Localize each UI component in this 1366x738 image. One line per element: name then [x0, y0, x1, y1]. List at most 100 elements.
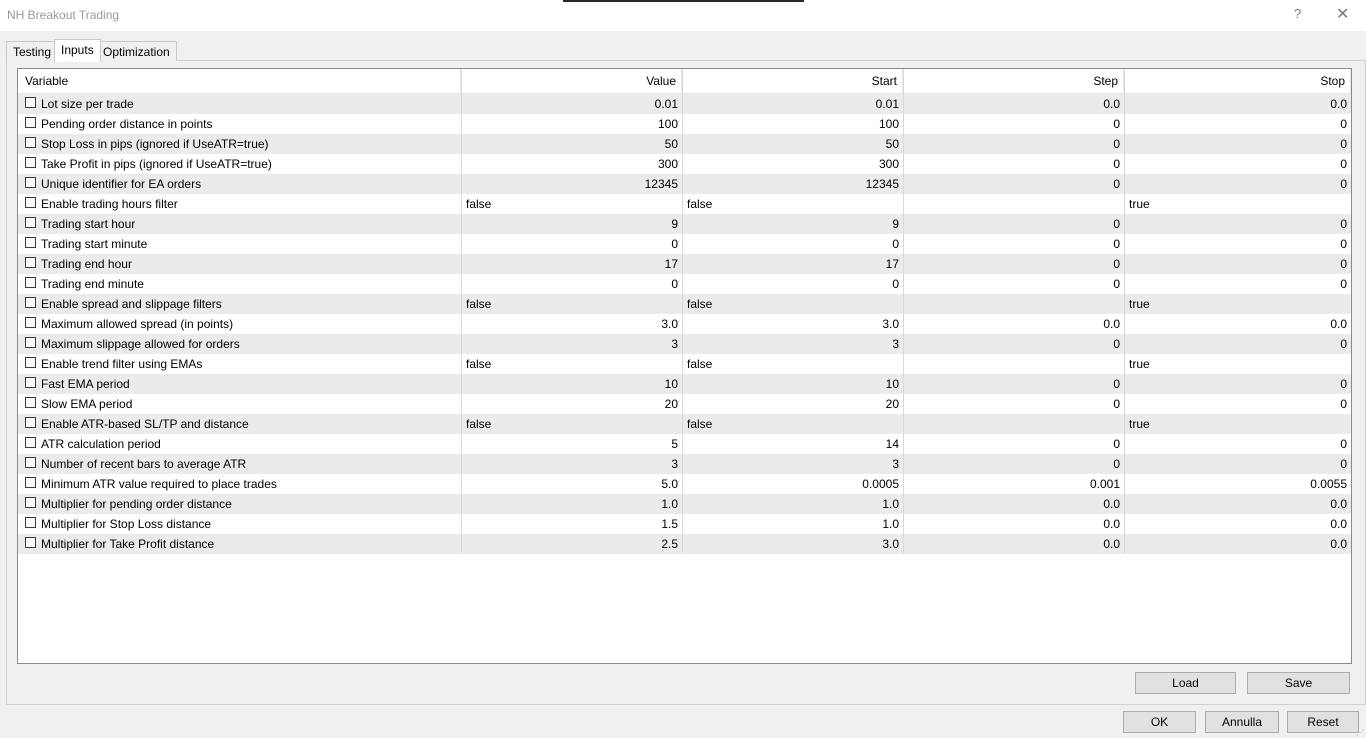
- table-row[interactable]: Trading start minute 0 0 0 0: [18, 234, 1351, 254]
- table-row[interactable]: Take Profit in pips (ignored if UseATR=t…: [18, 154, 1351, 174]
- value-cell[interactable]: 100: [461, 114, 682, 134]
- start-cell[interactable]: 3.0: [682, 314, 903, 334]
- optimize-checkbox[interactable]: [25, 297, 36, 308]
- optimize-checkbox[interactable]: [25, 257, 36, 268]
- header-start[interactable]: Start: [682, 69, 903, 94]
- optimize-checkbox[interactable]: [25, 357, 36, 368]
- close-icon[interactable]: ✕: [1336, 4, 1349, 24]
- stop-cell[interactable]: true: [1124, 354, 1351, 374]
- table-row[interactable]: Trading end hour 17 17 0 0: [18, 254, 1351, 274]
- table-row[interactable]: Enable trend filter using EMAs false false…: [18, 354, 1351, 374]
- table-row[interactable]: Trading end minute 0 0 0 0: [18, 274, 1351, 294]
- start-cell[interactable]: 0.0005: [682, 474, 903, 494]
- stop-cell[interactable]: 0: [1124, 334, 1351, 354]
- ok-button[interactable]: OK: [1123, 711, 1196, 733]
- value-cell[interactable]: 0.01: [461, 94, 682, 114]
- stop-cell[interactable]: 0: [1124, 454, 1351, 474]
- step-cell[interactable]: 0: [903, 174, 1124, 194]
- step-cell[interactable]: 0.0: [903, 314, 1124, 334]
- optimize-checkbox[interactable]: [25, 417, 36, 428]
- stop-cell[interactable]: 0.0: [1124, 314, 1351, 334]
- stop-cell[interactable]: 0.0055: [1124, 474, 1351, 494]
- start-cell[interactable]: false: [682, 354, 903, 374]
- stop-cell[interactable]: 0.0: [1124, 514, 1351, 534]
- step-cell[interactable]: 0: [903, 454, 1124, 474]
- start-cell[interactable]: 9: [682, 214, 903, 234]
- stop-cell[interactable]: 0.0: [1124, 494, 1351, 514]
- stop-cell[interactable]: 0: [1124, 234, 1351, 254]
- start-cell[interactable]: 300: [682, 154, 903, 174]
- optimize-checkbox[interactable]: [25, 137, 36, 148]
- step-cell[interactable]: [903, 294, 1124, 314]
- stop-cell[interactable]: 0: [1124, 274, 1351, 294]
- optimize-checkbox[interactable]: [25, 517, 36, 528]
- step-cell[interactable]: 0.0: [903, 534, 1124, 554]
- optimize-checkbox[interactable]: [25, 237, 36, 248]
- stop-cell[interactable]: 0: [1124, 174, 1351, 194]
- table-row[interactable]: Maximum allowed spread (in points) 3.0 3.0…: [18, 314, 1351, 334]
- stop-cell[interactable]: 0: [1124, 214, 1351, 234]
- value-cell[interactable]: 1.0: [461, 494, 682, 514]
- value-cell[interactable]: false: [461, 194, 682, 214]
- step-cell[interactable]: 0.0: [903, 94, 1124, 114]
- table-row[interactable]: Enable spread and slippage filters false f…: [18, 294, 1351, 314]
- step-cell[interactable]: [903, 354, 1124, 374]
- start-cell[interactable]: 14: [682, 434, 903, 454]
- value-cell[interactable]: false: [461, 414, 682, 434]
- table-row[interactable]: Pending order distance in points 100 100 0 0: [18, 114, 1351, 134]
- stop-cell[interactable]: true: [1124, 414, 1351, 434]
- value-cell[interactable]: false: [461, 354, 682, 374]
- table-row[interactable]: Fast EMA period 10 10 0 0: [18, 374, 1351, 394]
- step-cell[interactable]: [903, 414, 1124, 434]
- optimize-checkbox[interactable]: [25, 177, 36, 188]
- annulla-button[interactable]: Annulla: [1205, 711, 1279, 733]
- stop-cell[interactable]: 0: [1124, 394, 1351, 414]
- start-cell[interactable]: 3: [682, 454, 903, 474]
- step-cell[interactable]: 0: [903, 434, 1124, 454]
- table-row[interactable]: Enable ATR-based SL/TP and distance false…: [18, 414, 1351, 434]
- optimize-checkbox[interactable]: [25, 537, 36, 548]
- stop-cell[interactable]: 0: [1124, 134, 1351, 154]
- step-cell[interactable]: 0.0: [903, 514, 1124, 534]
- value-cell[interactable]: 0: [461, 234, 682, 254]
- table-row[interactable]: Minimum ATR value required to place trad…: [18, 474, 1351, 494]
- header-step[interactable]: Step: [903, 69, 1124, 94]
- table-row[interactable]: Number of recent bars to average ATR 3 3 0 0: [18, 454, 1351, 474]
- start-cell[interactable]: 12345: [682, 174, 903, 194]
- step-cell[interactable]: 0: [903, 154, 1124, 174]
- table-row[interactable]: Unique identifier for EA orders 12345 1234…: [18, 174, 1351, 194]
- start-cell[interactable]: false: [682, 294, 903, 314]
- step-cell[interactable]: [903, 194, 1124, 214]
- start-cell[interactable]: 3: [682, 334, 903, 354]
- table-row[interactable]: Multiplier for Stop Loss distance 1.5 1.0 0…: [18, 514, 1351, 534]
- value-cell[interactable]: 20: [461, 394, 682, 414]
- step-cell[interactable]: 0: [903, 214, 1124, 234]
- step-cell[interactable]: 0: [903, 274, 1124, 294]
- table-row[interactable]: Multiplier for pending order distance 1.0…: [18, 494, 1351, 514]
- step-cell[interactable]: 0: [903, 114, 1124, 134]
- optimize-checkbox[interactable]: [25, 217, 36, 228]
- step-cell[interactable]: 0.0: [903, 494, 1124, 514]
- value-cell[interactable]: 17: [461, 254, 682, 274]
- tab-optimization[interactable]: Optimization: [96, 41, 177, 61]
- start-cell[interactable]: 1.0: [682, 494, 903, 514]
- start-cell[interactable]: false: [682, 194, 903, 214]
- value-cell[interactable]: false: [461, 294, 682, 314]
- start-cell[interactable]: 0: [682, 274, 903, 294]
- optimize-checkbox[interactable]: [25, 317, 36, 328]
- header-stop[interactable]: Stop: [1124, 69, 1351, 94]
- stop-cell[interactable]: 0: [1124, 114, 1351, 134]
- start-cell[interactable]: 1.0: [682, 514, 903, 534]
- optimize-checkbox[interactable]: [25, 97, 36, 108]
- step-cell[interactable]: 0: [903, 334, 1124, 354]
- optimize-checkbox[interactable]: [25, 477, 36, 488]
- value-cell[interactable]: 300: [461, 154, 682, 174]
- optimize-checkbox[interactable]: [25, 437, 36, 448]
- stop-cell[interactable]: 0: [1124, 254, 1351, 274]
- tab-inputs[interactable]: Inputs: [54, 39, 101, 62]
- step-cell[interactable]: 0: [903, 234, 1124, 254]
- stop-cell[interactable]: 0.0: [1124, 94, 1351, 114]
- stop-cell[interactable]: 0: [1124, 154, 1351, 174]
- table-row[interactable]: ATR calculation period 5 14 0 0: [18, 434, 1351, 454]
- optimize-checkbox[interactable]: [25, 277, 36, 288]
